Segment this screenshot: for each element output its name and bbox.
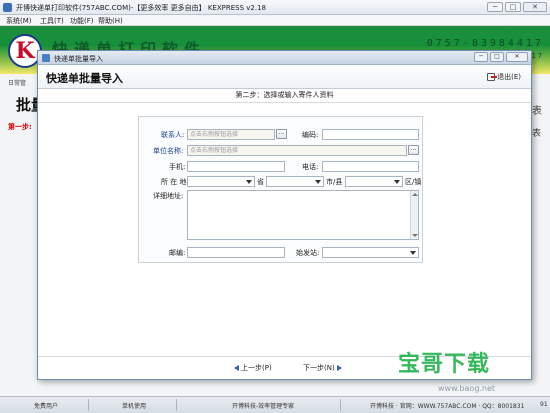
mobile-label: 手机: (169, 163, 186, 171)
chevron-down-icon (246, 180, 252, 184)
next-step-label: 下一步(N) (303, 364, 335, 372)
status-contact: 开博科技 · 官网：WWW.757ABC.COM · QQ：8001831 (370, 403, 525, 410)
dialog-header: 快递单批量导入 退出(E) (38, 65, 531, 89)
chevron-down-icon (410, 251, 416, 255)
dialog-titlebar: 快递单批量导入 ─ □ ✕ (38, 51, 531, 65)
address-scrollbar[interactable] (410, 191, 418, 239)
minimize-button[interactable]: ─ (487, 2, 503, 12)
close-button[interactable]: ✕ (523, 2, 547, 12)
menu-help[interactable]: 帮助(H) (98, 16, 123, 26)
dialog-minimize-button[interactable]: ─ (474, 52, 488, 62)
dialog-close-button[interactable]: ✕ (506, 52, 528, 62)
status-bar: 免费用户 单机使用 开博科技-效率管理专家 开博科技 · 官网：WWW.757A… (0, 396, 550, 413)
province-select[interactable] (187, 176, 255, 187)
contact-label: 联系人: (161, 131, 185, 139)
dialog-window-title: 快递单批量导入 (54, 55, 103, 63)
code-label: 编码: (302, 131, 319, 139)
company-label: 单位名称: (153, 147, 184, 155)
mobile-input[interactable] (187, 161, 285, 172)
contact-input[interactable]: 点击右侧按钮选择 (187, 129, 275, 140)
status-user: 免费用户 (34, 403, 59, 410)
address-label: 详细地址: (153, 192, 184, 200)
prev-step-button[interactable]: 上一步(P) (234, 363, 272, 373)
city-select[interactable] (266, 176, 324, 187)
menu-tools[interactable]: 工具(T) (40, 16, 64, 26)
status-company: 开博科技-效率管理专家 (232, 403, 295, 410)
bg-side-text-1: 表 (532, 106, 542, 117)
company-input[interactable]: 点击右侧按钮选择 (187, 145, 407, 156)
district-suffix: 区/镇 (405, 178, 422, 186)
bg-step-label: 第一步: (8, 123, 32, 131)
next-step-button[interactable]: 下一步(N) (303, 363, 342, 373)
exit-icon (487, 73, 498, 81)
chevron-down-icon (315, 180, 321, 184)
app-icon (3, 3, 12, 12)
phone-label: 电话: (302, 163, 319, 171)
bg-side-text-2: 表 (532, 129, 542, 139)
status-tail: 91 (540, 401, 548, 408)
status-mode: 单机使用 (122, 403, 147, 410)
watermark-url: www.baog.net (438, 384, 496, 393)
exit-label: 退出(E) (497, 73, 521, 81)
watermark-logo: 宝哥下载 (398, 352, 491, 377)
exit-button[interactable]: 退出(E) (487, 72, 521, 82)
station-label: 始发站: (296, 249, 320, 257)
app-title: 开博快递单打印软件(757ABC.COM)-【更多效率 更多自由】 KEXPRE… (16, 4, 266, 12)
divider (38, 102, 531, 103)
status-separator (340, 399, 341, 411)
scroll-down-icon[interactable] (412, 234, 418, 237)
banner-phone: 0757-83984417 (426, 38, 544, 49)
arrow-left-icon (234, 365, 239, 371)
station-select[interactable] (322, 247, 419, 258)
postcode-input[interactable] (187, 247, 285, 258)
district-select[interactable] (345, 176, 403, 187)
code-input[interactable] (322, 129, 419, 140)
menu-functions[interactable]: 功能(F) (70, 16, 94, 26)
maximize-button[interactable]: □ (505, 2, 521, 12)
company-picker-button[interactable]: ... (408, 145, 419, 155)
window-controls: ─ □ ✕ (487, 2, 547, 12)
menu-bar: 系统(M) 工具(T) 功能(F) 帮助(H) (0, 15, 550, 26)
arrow-right-icon (336, 365, 342, 371)
app-titlebar: 开博快递单打印软件(757ABC.COM)-【更多效率 更多自由】 KEXPRE… (0, 0, 550, 15)
step-title: 第二步：选择或输入寄件人资料 (235, 91, 334, 99)
postcode-label: 邮编: (169, 249, 186, 257)
city-suffix: 市/县 (326, 178, 343, 186)
location-label: 所 在 地: (161, 178, 189, 186)
sender-form: 联系人: 点击右侧按钮选择 ... 编码: 单位名称: 点击右侧按钮选择 ...… (138, 116, 423, 263)
phone-input[interactable] (322, 161, 419, 172)
bg-tab-daily[interactable]: 日常管 (8, 78, 26, 87)
address-textarea[interactable] (187, 190, 419, 240)
dialog-window-controls: ─ □ ✕ (474, 52, 528, 62)
status-separator (88, 399, 89, 411)
status-separator (176, 399, 177, 411)
scroll-up-icon[interactable] (412, 193, 418, 196)
dialog-maximize-button[interactable]: □ (490, 52, 504, 62)
menu-system[interactable]: 系统(M) (6, 16, 32, 26)
contact-picker-button[interactable]: ... (276, 129, 287, 139)
batch-import-dialog: 快递单批量导入 ─ □ ✕ 快递单批量导入 退出(E) 第二步：选择或输入寄件人… (37, 50, 532, 380)
dialog-heading: 快递单批量导入 (46, 72, 123, 85)
prev-step-label: 上一步(P) (241, 364, 272, 372)
province-suffix: 省 (257, 178, 264, 186)
chevron-down-icon (394, 180, 400, 184)
dialog-icon (42, 54, 50, 62)
